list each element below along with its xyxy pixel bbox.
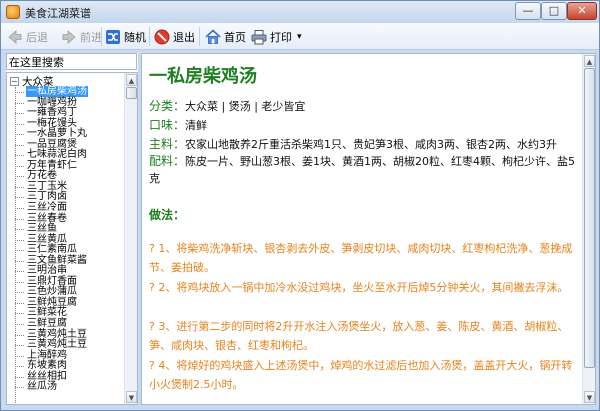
tree-item-label: 三明治串 bbox=[27, 265, 67, 277]
search-input[interactable] bbox=[6, 53, 137, 70]
print-label: 打印 bbox=[270, 30, 292, 44]
sidebar: − 大众菜 一私房柴鸡汤一咖喱鸡扮一雍香鸡丁一梅花馒头一水晶萝卜丸一品豆腐煲七味… bbox=[6, 53, 138, 405]
print-button[interactable]: 打印 ▾ bbox=[251, 26, 302, 47]
category-value: 大众菜 | 煲汤 | 老少皆宜 bbox=[185, 100, 306, 113]
tree-item-label: 三丝黄瓜 bbox=[27, 233, 67, 245]
random-label: 随机 bbox=[124, 30, 146, 44]
forward-arrow-icon bbox=[62, 29, 76, 44]
tree-item-label: 三丝春卷 bbox=[27, 212, 67, 224]
app-icon bbox=[6, 5, 20, 19]
forward-button[interactable]: 前进 bbox=[61, 26, 102, 47]
tree-item-label: 东坡素肉 bbox=[27, 360, 67, 372]
tree-item-label: 三仁素南瓜 bbox=[27, 244, 77, 256]
print-dropdown-icon[interactable]: ▾ bbox=[297, 32, 302, 42]
tree-item[interactable]: 三鲜豆腐 bbox=[7, 318, 125, 330]
tree-item-label: 三鲜豆腐 bbox=[27, 318, 67, 330]
tree-item-label: 三鲜菜花 bbox=[27, 307, 67, 319]
tree-item-label: 丝瓜汤 bbox=[27, 381, 57, 393]
back-button[interactable]: 后退 bbox=[7, 26, 48, 47]
window-title: 美食江湖菜谱 bbox=[25, 7, 91, 20]
step-item: ? 2、将鸡块放入一锅中加冷水没过鸡块，坐火至水开后焯5分钟关火，其间撇去浮沫。 bbox=[149, 281, 569, 294]
aux-ingredients-label: 配料： bbox=[149, 154, 186, 168]
app-window: 美食江湖菜谱 — □ ✕ 后退 前进 随机 退出 首页 打印 ▾ 在这里搜索 −… bbox=[0, 0, 600, 411]
forward-label: 前进 bbox=[80, 30, 102, 44]
main-ingredients-row: 主料：农家山地散养2斤重活杀柴鸡1只、贵妃笋3根、咸肉3两、银杏2两、水约3升 bbox=[149, 135, 557, 152]
tree-item-label: 三丁肉卤 bbox=[27, 191, 67, 203]
home-icon bbox=[205, 28, 221, 44]
tree-item[interactable]: 三丝冷面 bbox=[7, 202, 125, 214]
printer-icon bbox=[251, 29, 267, 44]
toolbar-separator bbox=[101, 27, 102, 46]
scroll-up-arrow-icon[interactable]: ▲ bbox=[584, 55, 595, 67]
tree-item[interactable]: 丝瓜汤 bbox=[7, 382, 125, 393]
tree-item[interactable]: 丝丝相扣 bbox=[7, 371, 125, 383]
back-label: 后退 bbox=[26, 30, 48, 44]
tree-item-label: 三黄鸡炖土豆 bbox=[27, 328, 87, 340]
collapse-toggle-icon[interactable]: − bbox=[10, 77, 19, 86]
category-row: 分类：大众菜 | 煲汤 | 老少皆宜 bbox=[149, 97, 305, 114]
scroll-thumb[interactable] bbox=[584, 68, 595, 368]
toolbar-separator bbox=[149, 27, 150, 46]
aux-ingredients-value: 陈皮一片、野山葱3根、姜1块、黄酒1两、胡椒20粒、红枣4颗、枸杞少许、盐5克 bbox=[149, 155, 576, 185]
scroll-down-arrow-icon[interactable]: ▼ bbox=[126, 391, 137, 403]
step-item: ? 4、将焯好的鸡块盛入上述汤煲中，焯鸡的水过滤后也加入汤煲，盖盖开大火，锅开转… bbox=[149, 359, 573, 391]
scroll-down-arrow-icon[interactable]: ▼ bbox=[584, 391, 595, 403]
tree-item-label: 三丝鱼 bbox=[27, 223, 57, 235]
random-button[interactable]: 随机 bbox=[105, 26, 146, 47]
maximize-button[interactable]: □ bbox=[541, 2, 567, 20]
content-scrollbar[interactable]: ▲ ▼ bbox=[582, 54, 595, 404]
minimize-button[interactable]: — bbox=[515, 2, 541, 20]
tree-item[interactable]: 三丝春卷 bbox=[7, 212, 125, 225]
scroll-thumb[interactable] bbox=[126, 87, 137, 99]
tree-item[interactable]: 万年青虾仁 bbox=[7, 160, 125, 172]
toolbar: 后退 前进 随机 退出 首页 打印 ▾ bbox=[1, 23, 599, 50]
main-ingredients-value: 农家山地散养2斤重活杀柴鸡1只、贵妃笋3根、咸肉3两、银杏2两、水约3升 bbox=[185, 138, 558, 151]
tree-item-label: 三丝冷面 bbox=[27, 202, 67, 214]
category-label: 分类： bbox=[149, 99, 186, 113]
tree-item-list: 一私房柴鸡汤 一咖喱鸡扮 一雍香鸡丁 一梅花馒头 一水晶萝卜丸 一品豆腐煲 七味蒜泥白肉 万年… bbox=[7, 86, 125, 404]
title-bar[interactable]: 美食江湖菜谱 — □ ✕ bbox=[1, 1, 599, 23]
back-arrow-icon bbox=[8, 29, 22, 44]
toolbar-separator bbox=[199, 27, 200, 46]
close-button[interactable]: ✕ bbox=[567, 2, 597, 20]
step-item: ? 1、将柴鸡洗净斩块、银杏剥去外皮、笋剥皮切块、咸肉切块、红枣枸杞洗净、葱挽成… bbox=[149, 242, 573, 274]
recipe-title: 一私房柴鸡汤 bbox=[149, 66, 257, 87]
taste-value: 清鲜 bbox=[185, 119, 208, 132]
tree-item-label: 一水晶萝卜丸 bbox=[27, 128, 87, 140]
home-button[interactable]: 首页 bbox=[205, 26, 246, 47]
tree-item-label: 七味蒜泥白肉 bbox=[27, 149, 87, 161]
method-heading: 做法： bbox=[149, 208, 186, 222]
tree-item-label: 三黄鸡炖土豆 bbox=[27, 339, 87, 351]
tree-scrollbar[interactable]: ▲ ▼ bbox=[124, 73, 137, 404]
tree-item-label: 一私房柴鸡汤 bbox=[26, 86, 88, 97]
tree-item-label: 一雍香鸡丁 bbox=[27, 107, 77, 119]
recipe-tree[interactable]: − 大众菜 一私房柴鸡汤 一咖喱鸡扮 一雍香鸡丁 一梅花馒头 一水晶萝卜丸 一品豆腐煲 七味… bbox=[6, 72, 138, 405]
tree-item-label: 万花卷 bbox=[27, 170, 57, 182]
stop-icon bbox=[154, 29, 170, 44]
tree-item-label: 一咖喱鸡扮 bbox=[27, 96, 77, 108]
step-item: ? 3、进行第二步的同时将2升开水注入汤煲坐火，放入葱、姜、陈皮、黄酒、胡椒粒、… bbox=[149, 320, 569, 352]
shuffle-icon bbox=[106, 29, 120, 44]
tree-item-label: 一梅花馒头 bbox=[27, 117, 77, 129]
scroll-up-arrow-icon[interactable]: ▲ bbox=[126, 74, 137, 86]
tree-item-label: 三色炒蒲瓜 bbox=[27, 286, 77, 298]
home-label: 首页 bbox=[224, 30, 246, 44]
exit-button[interactable]: 退出 bbox=[154, 26, 195, 47]
exit-label: 退出 bbox=[173, 30, 195, 44]
main-ingredients-label: 主料： bbox=[149, 137, 186, 151]
recipe-content: 一私房柴鸡汤 分类：大众菜 | 煲汤 | 老少皆宜 口味：清鲜 主料：农家山地散… bbox=[141, 53, 596, 405]
taste-label: 口味： bbox=[149, 118, 186, 132]
tree-item[interactable]: 一私房柴鸡汤 bbox=[7, 86, 125, 98]
aux-ingredients-row: 配料：陈皮一片、野山葱3根、姜1块、黄酒1两、胡椒20粒、红枣4颗、枸杞少许、盐… bbox=[149, 153, 577, 187]
taste-row: 口味：清鲜 bbox=[149, 116, 207, 133]
